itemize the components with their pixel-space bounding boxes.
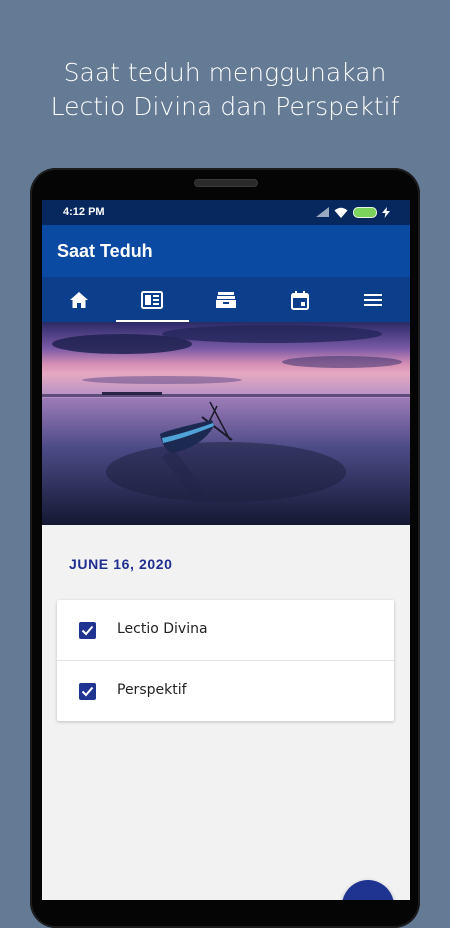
app-title: Saat Teduh xyxy=(57,241,153,261)
app-bar: Saat Teduh xyxy=(42,225,410,277)
bible-book-icon xyxy=(141,290,164,309)
tab-inbox[interactable] xyxy=(189,277,263,322)
reading-item-label: Lectio Divina xyxy=(117,621,208,637)
tab-menu[interactable] xyxy=(336,277,410,322)
tab-devotional[interactable] xyxy=(115,277,190,322)
date-heading: JUNE 16, 2020 xyxy=(69,556,173,572)
reading-list-card: Lectio Divina Perspektif xyxy=(57,600,394,721)
promo-caption: Saat teduh menggunakan Lectio Divina dan… xyxy=(0,56,450,124)
checkbox-lectio-divina[interactable] xyxy=(79,622,96,639)
reading-item-label: Perspektif xyxy=(117,682,187,698)
signal-icon xyxy=(316,207,329,217)
inbox-tray-icon xyxy=(215,291,236,308)
charging-icon xyxy=(382,206,390,218)
phone-screen: 4:12 PM Saat Teduh JUNE 16, 2020 Lectio … xyxy=(42,200,410,900)
battery-icon xyxy=(353,206,377,218)
sunset-boat-image xyxy=(42,322,410,525)
wifi-icon xyxy=(334,207,348,218)
phone-speaker xyxy=(194,179,258,187)
status-bar: 4:12 PM xyxy=(42,200,410,225)
devotional-content: JUNE 16, 2020 Lectio Divina Perspektif xyxy=(42,525,410,900)
reading-item-lectio-divina[interactable]: Lectio Divina xyxy=(57,600,394,660)
promo-line-1: Saat teduh menggunakan xyxy=(63,58,387,87)
tab-calendar[interactable] xyxy=(263,277,337,322)
status-icons xyxy=(316,205,390,219)
reading-item-perspektif[interactable]: Perspektif xyxy=(57,660,394,721)
tab-home[interactable] xyxy=(42,277,116,322)
check-icon xyxy=(81,686,94,697)
home-icon xyxy=(69,291,88,308)
hero-image xyxy=(42,322,410,525)
menu-icon xyxy=(364,293,383,306)
promo-line-2: Lectio Divina dan Perspektif xyxy=(50,92,400,121)
tab-bar xyxy=(42,277,410,322)
status-time: 4:12 PM xyxy=(63,206,105,218)
calendar-icon xyxy=(290,290,309,310)
check-icon xyxy=(81,625,94,636)
checkbox-perspektif[interactable] xyxy=(79,683,96,700)
